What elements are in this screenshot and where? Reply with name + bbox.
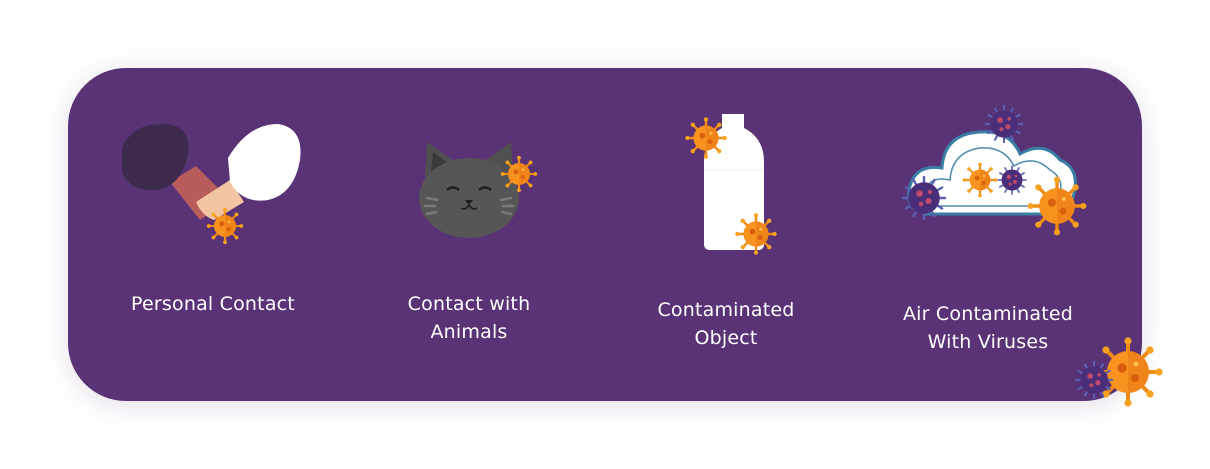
handshake-virus-icon [122,124,301,250]
cloud-virus-icon [901,104,1094,242]
corner-virus-cluster-icon [1074,336,1168,416]
label-contaminated-object: Contaminated Object [657,299,795,349]
bottle-virus-icon [678,114,788,260]
cat-virus-icon [419,142,543,238]
label-air-contaminated: Air Contaminated With Viruses [902,303,1074,353]
transmission-card: Personal Contact Contact with Animals Co… [68,68,1142,401]
label-contact-with-animals: Contact with Animals [407,293,531,343]
label-personal-contact: Personal Contact [131,293,295,315]
